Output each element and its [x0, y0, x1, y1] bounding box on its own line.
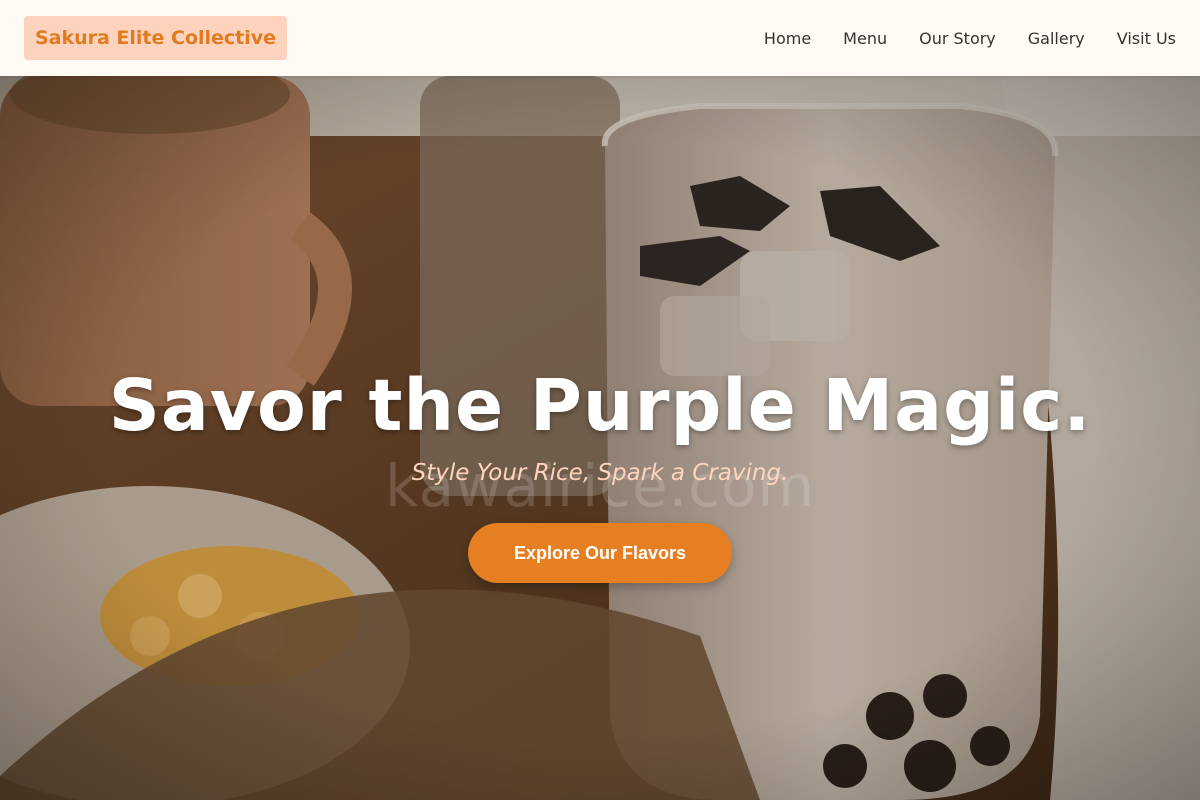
explore-flavors-button[interactable]: Explore Our Flavors — [468, 523, 732, 583]
hero-subtitle: Style Your Rice, Spark a Craving. — [411, 460, 789, 486]
site-header: Sakura Elite Collective Home Menu Our St… — [0, 0, 1200, 76]
brand-logo-link[interactable]: Sakura Elite Collective — [24, 16, 287, 60]
nav-link-home[interactable]: Home — [764, 29, 811, 48]
nav-link-visit-us[interactable]: Visit Us — [1117, 29, 1176, 48]
main-nav: Home Menu Our Story Gallery Visit Us — [732, 0, 1176, 76]
nav-link-our-story[interactable]: Our Story — [919, 29, 996, 48]
nav-link-menu[interactable]: Menu — [843, 29, 887, 48]
hero-content: Savor the Purple Magic. kawairice.com St… — [0, 76, 1200, 800]
hero-section: Savor the Purple Magic. kawairice.com St… — [0, 76, 1200, 800]
nav-link-gallery[interactable]: Gallery — [1028, 29, 1085, 48]
hero-title: Savor the Purple Magic. — [108, 364, 1092, 447]
